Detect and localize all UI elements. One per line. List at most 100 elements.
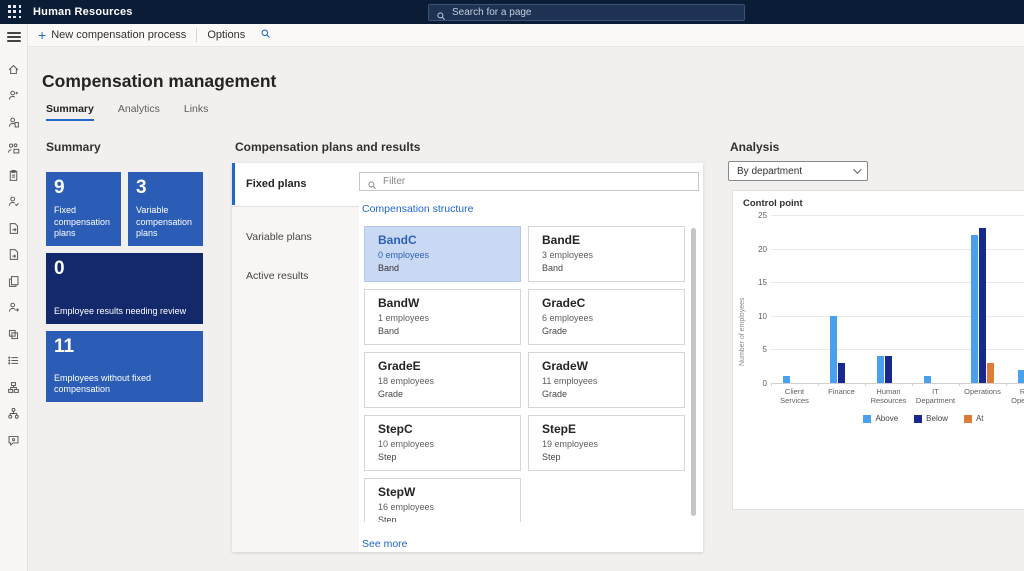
plans-tab-active-results[interactable]: Active results (232, 256, 359, 295)
person-swap-icon[interactable] (2, 295, 26, 322)
plan-card-employees: 19 employees (542, 439, 676, 449)
chart-bar (924, 376, 931, 383)
x-category-label: Human Resources (865, 387, 912, 406)
summary-tile[interactable]: 11Employees without fixed compensation (46, 331, 203, 402)
x-tick-mark (865, 383, 866, 386)
global-search-input[interactable]: Search for a page (428, 4, 745, 21)
plan-card-gradec[interactable]: GradeC6 employeesGrade (528, 289, 685, 345)
person-doc-icon[interactable] (2, 109, 26, 136)
plan-card-bande[interactable]: BandE3 employeesBand (528, 226, 685, 282)
person-check-icon[interactable] (2, 189, 26, 216)
person-star-icon[interactable] (2, 83, 26, 110)
search-icon (367, 177, 377, 187)
plan-card-gradee[interactable]: GradeE18 employeesGrade (364, 352, 521, 408)
pages-icon[interactable] (2, 268, 26, 295)
plan-card-bandc[interactable]: BandC0 employeesBand (364, 226, 521, 282)
list-icon[interactable] (2, 348, 26, 375)
chart-title: Control point (743, 198, 803, 209)
tile-label: Employee results needing review (54, 306, 198, 318)
page-title: Compensation management (42, 71, 276, 92)
see-more-link[interactable]: See more (362, 538, 408, 550)
plan-card-type: Step (378, 452, 512, 462)
plan-card-type: Band (378, 326, 512, 336)
plan-card-gradew[interactable]: GradeW 11 employees Grade (528, 352, 685, 408)
global-search-placeholder: Search for a page (452, 7, 532, 18)
plan-card-bandw[interactable]: BandW1 employeesBand (364, 289, 521, 345)
plan-card-title: BandC (378, 233, 512, 247)
action-bar-search-button[interactable] (255, 24, 275, 46)
analysis-dropdown-value: By department (737, 166, 802, 177)
action-bar: + New compensation process Options (28, 24, 1024, 47)
plan-card-title: StepW (378, 485, 512, 499)
legend-item-at: At (964, 414, 984, 423)
legend-label: Above (875, 414, 898, 423)
plan-card-type: Grade (542, 389, 676, 399)
x-tick-mark (771, 383, 772, 386)
plan-card-type: Grade (378, 389, 512, 399)
people-case-icon[interactable] (2, 136, 26, 163)
tile-label: Fixed compensation plans (54, 205, 116, 240)
org-chart-icon[interactable] (2, 401, 26, 428)
page-tabs: Summary Analytics Links (46, 103, 208, 121)
doc-share-icon[interactable] (2, 242, 26, 269)
new-compensation-process-button[interactable]: + New compensation process (28, 24, 196, 46)
plan-card-type: Step (378, 515, 512, 522)
plan-card-stepe[interactable]: StepE19 employeesStep (528, 415, 685, 471)
tab-summary[interactable]: Summary (46, 103, 94, 121)
plan-card-employees: 10 employees (378, 439, 512, 449)
gridline (771, 383, 1024, 384)
control-point-chart: Control point Number of employees 0 5 10 15… (732, 190, 1024, 510)
chat-gear-icon[interactable] (2, 427, 26, 454)
tile-label: Employees without fixed compensation (54, 373, 198, 396)
compensation-plans-panel: Fixed plansVariable plansActive results … (232, 163, 703, 552)
tab-analytics[interactable]: Analytics (118, 103, 160, 121)
tab-links[interactable]: Links (184, 103, 209, 121)
summary-tile[interactable]: 0Employee results needing review (46, 253, 203, 324)
chart-bar (1018, 370, 1024, 383)
summary-tile[interactable]: 9 Fixed compensation plans (46, 172, 121, 246)
y-tick-label: 0 (733, 379, 767, 388)
y-tick-label: 10 (733, 312, 767, 321)
compensation-structure-link[interactable]: Compensation structure (362, 203, 473, 215)
summary-tile[interactable]: 3Variable compensation plans (128, 172, 203, 246)
chart-y-axis-label: Number of employees (739, 298, 746, 366)
app-title: Human Resources (33, 6, 133, 18)
y-tick-label: 15 (733, 278, 767, 287)
plans-tab-fixed-plans[interactable]: Fixed plans (232, 163, 359, 205)
y-tick-label: 5 (733, 345, 767, 354)
hamburger-menu-icon[interactable] (7, 32, 21, 42)
plan-card-title: StepC (378, 422, 512, 436)
chart-bar (979, 228, 986, 383)
bar-group (912, 376, 959, 383)
cards-scrollbar[interactable] (691, 228, 696, 516)
plan-card-stepc[interactable]: StepC 10 employees Step (364, 415, 521, 471)
plan-card-title: GradeW (542, 359, 676, 373)
filter-input[interactable]: Filter (359, 172, 699, 191)
waffle-icon[interactable] (8, 5, 22, 19)
layers-icon[interactable] (2, 321, 26, 348)
plan-card-employees: 11 employees (542, 376, 676, 386)
y-tick-label: 20 (733, 245, 767, 254)
bar-group (818, 316, 865, 383)
legend-label: Below (926, 414, 948, 423)
chart-bar (877, 356, 884, 383)
bar-group (959, 228, 1006, 383)
analysis-dropdown[interactable]: By department (728, 161, 868, 181)
x-category-label: Retail Operations (1006, 387, 1024, 406)
gridline (771, 215, 1024, 216)
tile-value: 9 (54, 177, 65, 199)
top-app-bar: Human Resources Search for a page (0, 0, 1024, 24)
home-icon[interactable] (2, 56, 26, 83)
clipboard-icon[interactable] (2, 162, 26, 189)
plans-tab-variable-plans[interactable]: Variable plans (232, 217, 359, 256)
options-button[interactable]: Options (197, 24, 255, 46)
plan-card-employees: 6 employees (542, 313, 676, 323)
chart-bar (830, 316, 837, 383)
flow-chart-icon[interactable] (2, 374, 26, 401)
plans-heading: Compensation plans and results (235, 140, 420, 154)
plan-card-employees: 18 employees (378, 376, 512, 386)
doc-arrow-icon[interactable] (2, 215, 26, 242)
plan-card-employees: 3 employees (542, 250, 676, 260)
chart-legend: Above Below At (771, 414, 1024, 423)
plan-card-stepw[interactable]: StepW16 employeesStep (364, 478, 521, 522)
